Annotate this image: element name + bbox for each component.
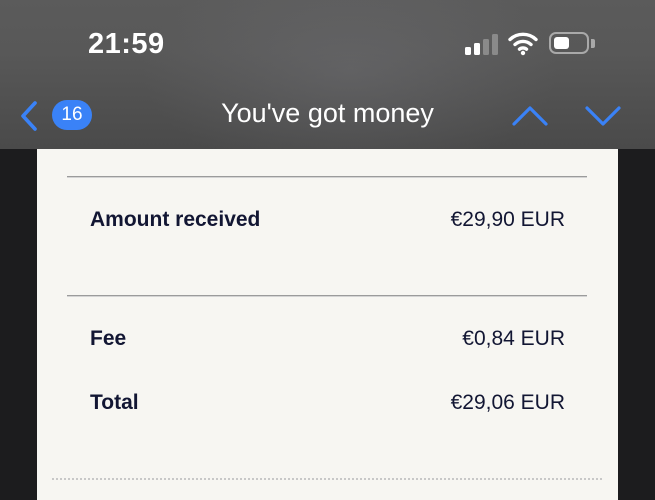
page-title: You've got money bbox=[221, 98, 434, 128]
divider bbox=[67, 295, 587, 296]
battery-icon bbox=[549, 32, 589, 54]
payment-receipt: Amount received €29,90 EUR Fee €0,84 EUR… bbox=[37, 149, 618, 500]
email-margin-left bbox=[0, 149, 37, 500]
amount-received-value: €29,90 EUR bbox=[450, 208, 565, 231]
battery-level bbox=[554, 37, 569, 49]
back-button[interactable]: 16 bbox=[14, 96, 104, 136]
chevron-down-icon[interactable] bbox=[583, 100, 623, 132]
chevron-left-icon bbox=[21, 101, 37, 131]
wifi-icon bbox=[508, 32, 538, 56]
email-margin-right bbox=[618, 149, 655, 500]
fee-row: Fee €0,84 EUR bbox=[90, 327, 565, 357]
battery-tip bbox=[591, 39, 595, 48]
dotted-divider bbox=[52, 478, 602, 480]
total-row: Total €29,06 EUR bbox=[90, 391, 565, 421]
divider bbox=[67, 176, 587, 177]
cellular-signal-icon bbox=[465, 33, 499, 55]
total-label: Total bbox=[90, 391, 139, 414]
fee-label: Fee bbox=[90, 327, 127, 350]
fee-value: €0,84 EUR bbox=[462, 327, 565, 350]
total-value: €29,06 EUR bbox=[450, 391, 565, 414]
top-chrome: 21:59 16 You've got money bbox=[0, 0, 655, 149]
amount-received-label: Amount received bbox=[90, 208, 261, 231]
status-time: 21:59 bbox=[88, 28, 165, 60]
unread-count-badge: 16 bbox=[52, 100, 92, 130]
amount-received-row: Amount received €29,90 EUR bbox=[90, 208, 565, 238]
chevron-up-icon[interactable] bbox=[510, 100, 550, 132]
